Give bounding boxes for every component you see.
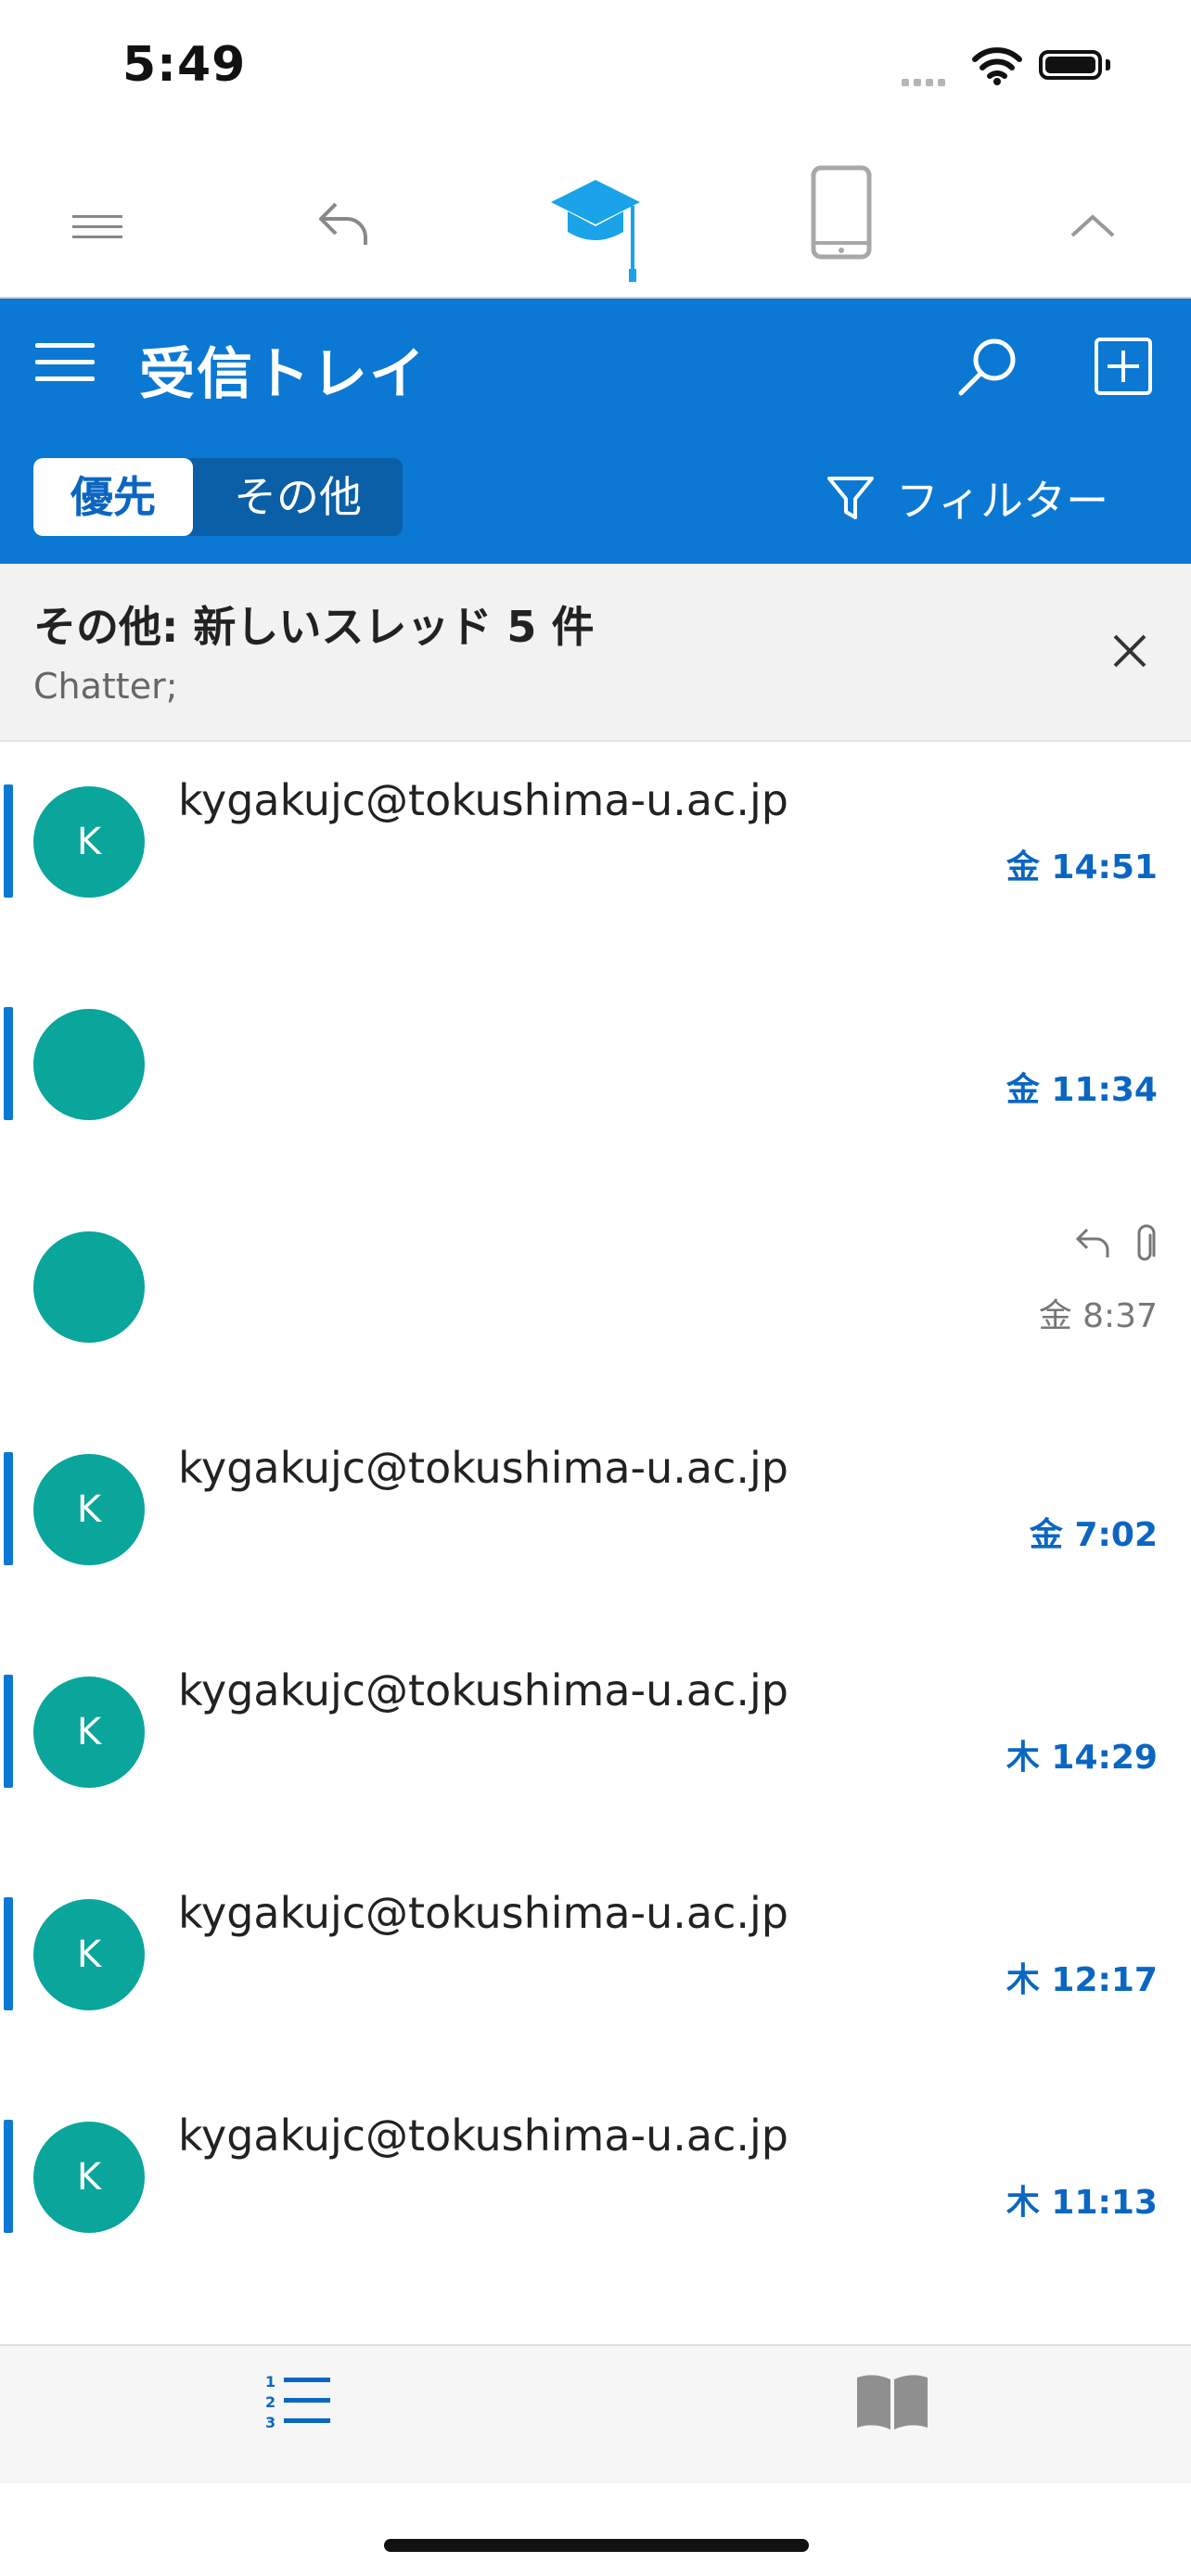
message-time: 金 11:34 [1005, 1071, 1158, 1109]
unread-indicator [4, 1897, 13, 2010]
filter-label: フィルター [896, 476, 1109, 526]
avatar [33, 1009, 145, 1120]
message-time: 金 8:37 [1038, 1297, 1158, 1335]
svg-text:1: 1 [265, 2373, 275, 2391]
graduation-cap-icon[interactable] [549, 176, 642, 287]
addin-toolbar [0, 148, 1191, 300]
message-status-icons [1074, 1224, 1158, 1265]
paperclip-icon [1137, 1224, 1156, 1261]
status-time: 5:49 [122, 37, 247, 93]
filter-button[interactable]: フィルター [826, 465, 1108, 530]
message-sender: kygakujc@tokushima-u.ac.jp [178, 775, 788, 825]
message-sender: kygakujc@tokushima-u.ac.jp [178, 2111, 788, 2161]
reply-arrow-icon[interactable] [315, 198, 371, 249]
message-sender: kygakujc@tokushima-u.ac.jp [178, 1665, 788, 1715]
search-icon[interactable] [955, 334, 1020, 399]
phone-icon[interactable] [811, 165, 872, 260]
chevron-up-icon[interactable] [1070, 213, 1115, 239]
book-icon[interactable] [853, 2372, 931, 2433]
unread-indicator [4, 784, 13, 898]
avatar [33, 1231, 145, 1343]
reply-icon [1075, 1228, 1109, 1257]
menu-lines-icon[interactable] [72, 213, 122, 241]
home-indicator[interactable] [384, 2539, 809, 2552]
message-time: 金 14:51 [1005, 848, 1158, 886]
tab-other[interactable]: その他 [193, 458, 403, 536]
cellular-signal-icon [902, 72, 950, 90]
unread-indicator [4, 2120, 13, 2233]
avatar: K [33, 1454, 145, 1565]
message-row[interactable]: K kygakujc@tokushima-u.ac.jp 金 14:51 [0, 742, 1191, 964]
unread-indicator [4, 1675, 13, 1788]
unread-indicator [4, 1452, 13, 1565]
numbered-list-icon[interactable]: 1 2 3 [263, 2372, 332, 2431]
svg-text:3: 3 [265, 2414, 275, 2431]
home-indicator-area [0, 2483, 1191, 2576]
message-sender: kygakujc@tokushima-u.ac.jp [178, 1443, 788, 1493]
close-icon[interactable] [1109, 631, 1150, 671]
message-row[interactable]: 金 11:34 [0, 964, 1191, 1187]
compose-button[interactable] [1095, 338, 1152, 395]
message-time: 木 12:17 [1005, 1961, 1158, 1999]
message-row[interactable]: 金 8:37 [0, 1187, 1191, 1409]
wifi-icon [972, 47, 1022, 85]
svg-text:2: 2 [265, 2393, 275, 2411]
avatar: K [33, 2122, 145, 2233]
message-time: 木 11:13 [1005, 2184, 1158, 2222]
message-row[interactable]: K kygakujc@tokushima-u.ac.jp 木 14:29 [0, 1632, 1191, 1855]
battery-icon [1039, 50, 1110, 80]
message-time: 木 14:29 [1005, 1739, 1158, 1777]
filter-funnel-icon [827, 477, 874, 519]
avatar: K [33, 1899, 145, 2010]
page-title: 受信トレイ [139, 342, 427, 407]
notice-subtitle: Chatter; [33, 666, 178, 707]
hamburger-menu-icon[interactable] [35, 343, 95, 386]
bottom-tab-bar: 1 2 3 [0, 2344, 1191, 2485]
message-row[interactable]: K kygakujc@tokushima-u.ac.jp 木 12:17 [0, 1855, 1191, 2077]
message-time: 金 7:02 [1029, 1516, 1158, 1554]
avatar: K [33, 1677, 145, 1788]
inbox-segmented-control: 優先 その他 [33, 458, 403, 536]
notice-title: その他: 新しいスレッド 5 件 [33, 602, 595, 652]
avatar: K [33, 786, 145, 898]
message-row[interactable]: K kygakujc@tokushima-u.ac.jp 木 11:13 [0, 2077, 1191, 2300]
message-sender: kygakujc@tokushima-u.ac.jp [178, 1888, 788, 1938]
unread-indicator [4, 1007, 13, 1120]
tab-focused[interactable]: 優先 [33, 458, 193, 536]
message-row[interactable]: K kygakujc@tokushima-u.ac.jp 金 7:02 [0, 1409, 1191, 1632]
